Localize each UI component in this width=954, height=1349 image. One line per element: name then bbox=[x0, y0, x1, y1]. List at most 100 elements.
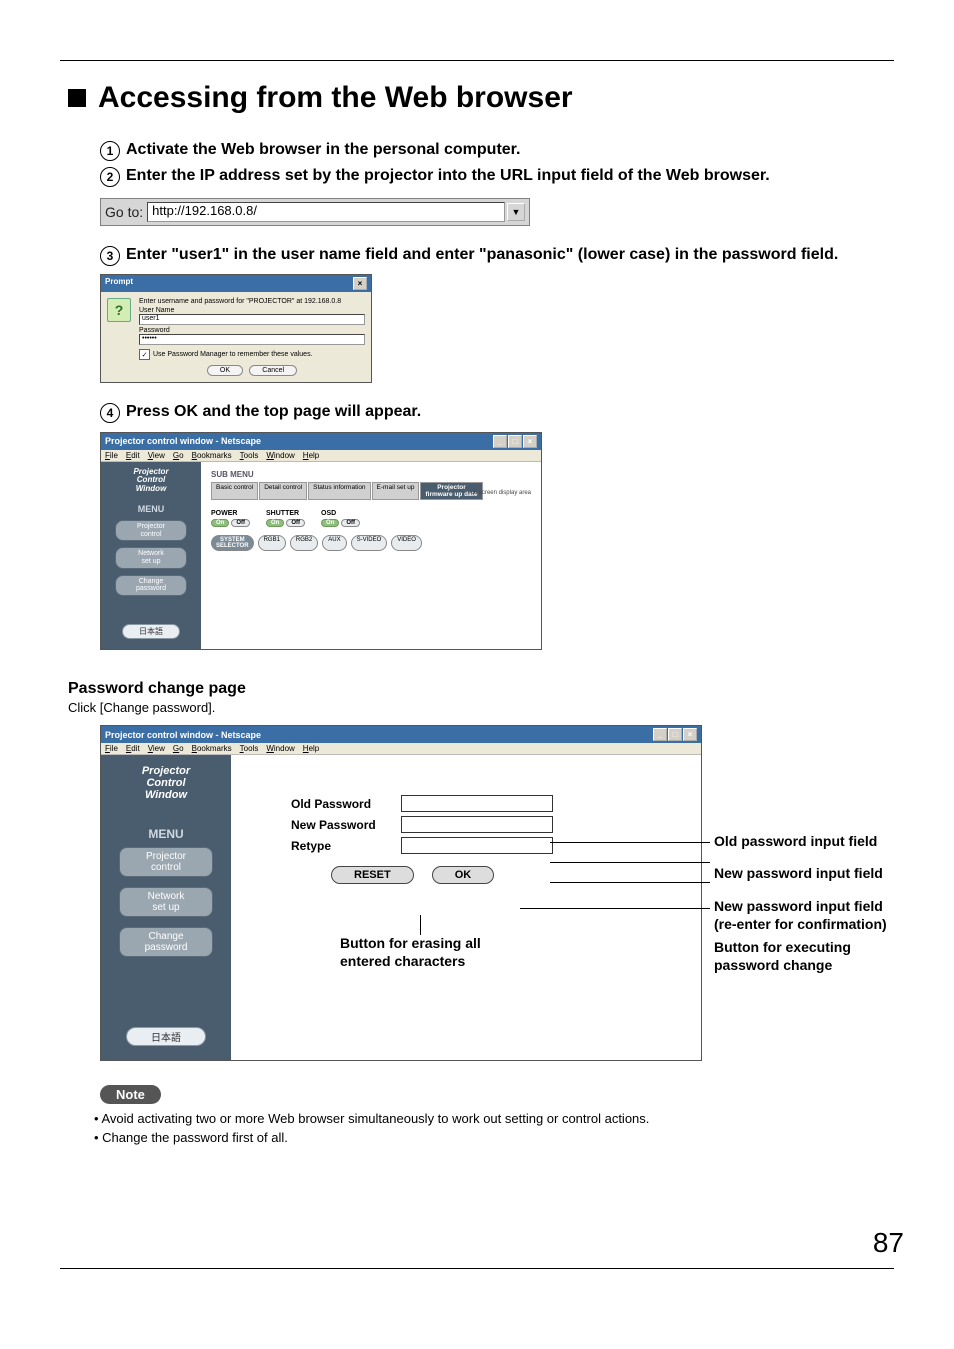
osd-off-button[interactable]: Off bbox=[341, 519, 360, 527]
username-label: User Name bbox=[139, 307, 365, 314]
power-on-button[interactable]: On bbox=[211, 519, 229, 527]
password-change-heading: Password change page bbox=[68, 680, 894, 698]
menu-file[interactable]: File bbox=[105, 451, 118, 460]
tab-basic-control[interactable]: Basic control bbox=[211, 482, 258, 500]
tab-detail-control[interactable]: Detail control bbox=[259, 482, 307, 500]
source-rgb1-button[interactable]: RGB1 bbox=[258, 535, 286, 551]
source-video-button[interactable]: VIDEO bbox=[391, 535, 422, 551]
projector-control-window-top: Projector control window - Netscape _ □ … bbox=[100, 432, 542, 651]
url-dropdown-icon[interactable]: ▼ bbox=[507, 203, 525, 221]
minimize-icon[interactable]: _ bbox=[653, 728, 667, 741]
source-svideo-button[interactable]: S-VIDEO bbox=[351, 535, 388, 551]
sidebar-item-change-password[interactable]: Change password bbox=[119, 927, 213, 957]
old-password-input[interactable] bbox=[401, 795, 553, 812]
step-number-4: 4 bbox=[100, 403, 120, 423]
page-heading: Accessing from the Web browser bbox=[98, 81, 573, 115]
old-password-label: Old Password bbox=[291, 797, 401, 811]
power-off-button[interactable]: Off bbox=[231, 519, 250, 527]
menu-window[interactable]: Window bbox=[266, 451, 294, 460]
tab-email-setup[interactable]: E-mail set up bbox=[372, 482, 420, 500]
menu-go[interactable]: Go bbox=[173, 451, 184, 460]
prompt-title: Prompt bbox=[105, 277, 133, 290]
menu-view[interactable]: View bbox=[148, 451, 165, 460]
submenu-title: SUB MENU bbox=[211, 470, 531, 479]
callout-confirm-password: New password input field (re-enter for c… bbox=[714, 898, 887, 933]
username-input[interactable]: user1 bbox=[139, 314, 365, 325]
ok-button[interactable]: OK bbox=[432, 866, 495, 884]
shutter-on-button[interactable]: On bbox=[266, 519, 284, 527]
cancel-button[interactable]: Cancel bbox=[249, 365, 297, 376]
language-button[interactable]: 日本語 bbox=[122, 624, 180, 639]
retype-label: Retype bbox=[291, 839, 401, 853]
menu-window[interactable]: Window bbox=[266, 744, 294, 753]
projector-control-window-password: Projector control window - Netscape _ □ … bbox=[100, 725, 702, 1061]
maximize-icon[interactable]: □ bbox=[508, 435, 522, 448]
language-button[interactable]: 日本語 bbox=[126, 1027, 206, 1046]
step-number-2: 2 bbox=[100, 167, 120, 187]
close-icon[interactable]: × bbox=[523, 435, 537, 448]
sidebar-item-network-setup[interactable]: Network set up bbox=[115, 547, 187, 568]
sidebar-item-projector-control[interactable]: Projector control bbox=[119, 847, 213, 877]
shutter-label: SHUTTER bbox=[266, 510, 299, 517]
step-2-text: Enter the IP address set by the projecto… bbox=[126, 165, 770, 187]
source-rgb2-button[interactable]: RGB2 bbox=[290, 535, 318, 551]
menu-go[interactable]: Go bbox=[173, 744, 184, 753]
side-menu-label: MENU bbox=[101, 504, 201, 514]
page-heading-row: Accessing from the Web browser bbox=[68, 81, 894, 115]
sidebar-item-projector-control[interactable]: Projector control bbox=[115, 520, 187, 541]
close-icon[interactable]: × bbox=[353, 277, 367, 290]
osd-label: OSD bbox=[321, 510, 336, 517]
reset-button[interactable]: RESET bbox=[331, 866, 414, 884]
menu-view[interactable]: View bbox=[148, 744, 165, 753]
maximize-icon[interactable]: □ bbox=[668, 728, 682, 741]
callout-erase-button: Button for erasing all entered character… bbox=[340, 935, 481, 970]
password-input[interactable]: •••••• bbox=[139, 334, 365, 345]
system-selector-button[interactable]: SYSTEM SELECTOR bbox=[211, 535, 254, 551]
url-input[interactable]: http://192.168.0.8/ bbox=[147, 202, 505, 222]
remember-checkbox[interactable]: ✓ bbox=[139, 349, 150, 360]
menu-help[interactable]: Help bbox=[303, 451, 319, 460]
window-title: Projector control window - Netscape bbox=[105, 730, 261, 740]
tab-status-information[interactable]: Status information bbox=[308, 482, 370, 500]
note-item: Change the password first of all. bbox=[94, 1129, 894, 1147]
page-number: 87 bbox=[873, 1227, 904, 1259]
step-1-text: Activate the Web browser in the personal… bbox=[126, 139, 520, 161]
shutter-off-button[interactable]: Off bbox=[286, 519, 305, 527]
source-aux-button[interactable]: AUX bbox=[322, 535, 346, 551]
menu-edit[interactable]: Edit bbox=[126, 451, 140, 460]
remember-label: Use Password Manager to remember these v… bbox=[153, 351, 313, 358]
auth-prompt-dialog: Prompt × ? Enter username and password f… bbox=[100, 274, 372, 383]
menu-file[interactable]: File bbox=[105, 744, 118, 753]
heading-bullet bbox=[68, 89, 86, 107]
callout-execute-button: Button for executing password change bbox=[714, 939, 851, 974]
onscreen-display-area-label: on screen display area bbox=[471, 490, 531, 496]
step-4-text: Press OK and the top page will appear. bbox=[126, 401, 421, 423]
close-icon[interactable]: × bbox=[683, 728, 697, 741]
menu-edit[interactable]: Edit bbox=[126, 744, 140, 753]
note-label: Note bbox=[100, 1085, 161, 1104]
go-to-label: Go to: bbox=[105, 204, 143, 220]
url-bar: Go to: http://192.168.0.8/ ▼ bbox=[100, 198, 530, 226]
power-label: POWER bbox=[211, 510, 237, 517]
menu-bookmarks[interactable]: Bookmarks bbox=[192, 744, 232, 753]
menu-bookmarks[interactable]: Bookmarks bbox=[192, 451, 232, 460]
sidebar-item-network-setup[interactable]: Network set up bbox=[119, 887, 213, 917]
step-3-text: Enter "user1" in the user name field and… bbox=[126, 244, 838, 266]
osd-on-button[interactable]: On bbox=[321, 519, 339, 527]
retype-password-input[interactable] bbox=[401, 837, 553, 854]
password-change-instruction: Click [Change password]. bbox=[68, 700, 894, 715]
password-label: Password bbox=[139, 327, 365, 334]
ok-button[interactable]: OK bbox=[207, 365, 243, 376]
sidebar-item-change-password[interactable]: Change password bbox=[115, 575, 187, 596]
new-password-input[interactable] bbox=[401, 816, 553, 833]
menu-help[interactable]: Help bbox=[303, 744, 319, 753]
step-number-1: 1 bbox=[100, 141, 120, 161]
window-title: Projector control window - Netscape bbox=[105, 436, 261, 446]
callout-old-password: Old password input field bbox=[714, 833, 877, 851]
menu-tools[interactable]: Tools bbox=[240, 744, 259, 753]
side-menu-label: MENU bbox=[101, 827, 231, 841]
note-item: Avoid activating two or more Web browser… bbox=[94, 1110, 894, 1128]
bottom-rule bbox=[60, 1268, 894, 1269]
minimize-icon[interactable]: _ bbox=[493, 435, 507, 448]
menu-tools[interactable]: Tools bbox=[240, 451, 259, 460]
